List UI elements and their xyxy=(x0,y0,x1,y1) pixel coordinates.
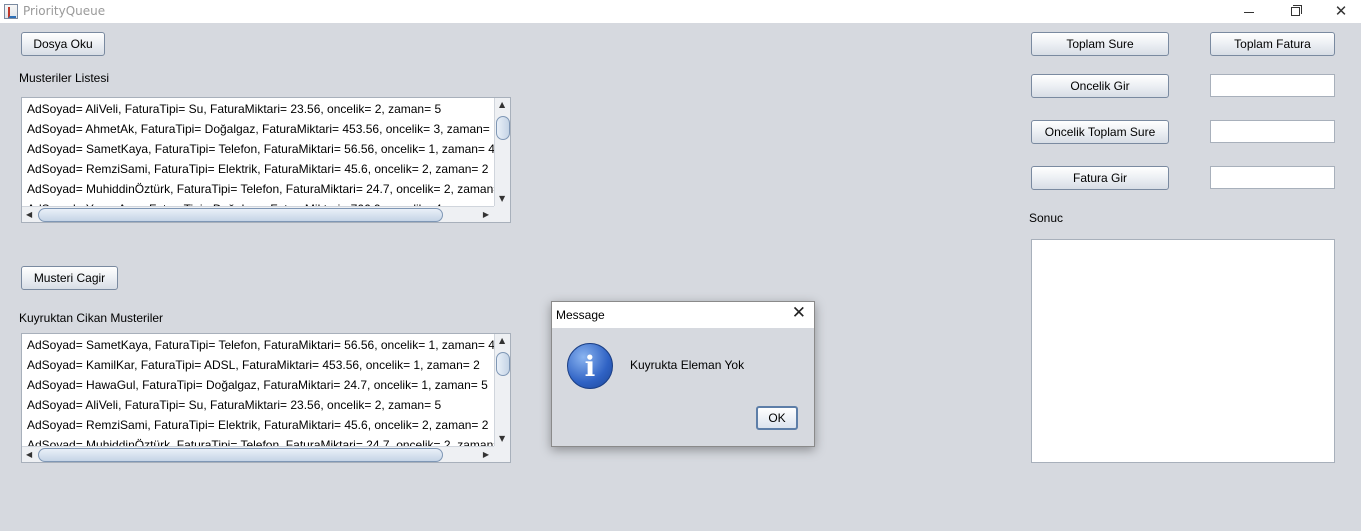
close-icon: ✕ xyxy=(1334,2,1348,20)
message-dialog: Message ✕ i Kuyrukta Eleman Yok OK xyxy=(551,301,815,447)
dialog-message: Kuyrukta Eleman Yok xyxy=(630,358,745,372)
horizontal-scroll-thumb[interactable] xyxy=(38,208,443,222)
oncelik-toplam-sure-button[interactable]: Oncelik Toplam Sure xyxy=(1031,120,1169,144)
list-item[interactable]: AdSoyad= HawaGul, FaturaTipi= Doğalgaz, … xyxy=(22,375,494,395)
vertical-scroll-thumb[interactable] xyxy=(496,352,510,376)
toplam-sure-button[interactable]: Toplam Sure xyxy=(1031,32,1169,56)
scroll-right-icon[interactable]: ▶ xyxy=(483,451,489,459)
oncelik-gir-field[interactable] xyxy=(1210,74,1335,97)
scroll-right-icon[interactable]: ▶ xyxy=(483,211,489,219)
window-titlebar: PriorityQueue ✕ xyxy=(0,0,1361,23)
list-item[interactable]: AdSoyad= SametKaya, FaturaTipi= Telefon,… xyxy=(22,335,494,355)
horizontal-scrollbar[interactable]: ◀ ▶ xyxy=(22,206,494,222)
ok-button[interactable]: OK xyxy=(756,406,798,430)
list-item[interactable]: AdSoyad= MuhiddinÖztürk, FaturaTipi= Tel… xyxy=(22,179,494,199)
scroll-down-icon[interactable]: ▼ xyxy=(499,195,505,203)
musteriler-list-items: AdSoyad= AliVeli, FaturaTipi= Su, Fatura… xyxy=(22,98,494,206)
list-item[interactable]: AdSoyad= SametKaya, FaturaTipi= Telefon,… xyxy=(22,139,494,159)
horizontal-scroll-thumb[interactable] xyxy=(38,448,443,462)
fatura-gir-button[interactable]: Fatura Gir xyxy=(1031,166,1169,190)
sonuc-label: Sonuc xyxy=(1029,211,1064,225)
minimize-button[interactable] xyxy=(1226,0,1272,23)
list-item[interactable]: AdSoyad= YavuzAcar, FaturaTipi= Doğalgaz… xyxy=(22,199,494,206)
sonuc-textarea[interactable] xyxy=(1031,239,1335,463)
oncelik-gir-button[interactable]: Oncelik Gir xyxy=(1031,74,1169,98)
scroll-up-icon[interactable]: ▲ xyxy=(499,101,505,109)
kuyruktan-cikan-label: Kuyruktan Cikan Musteriler xyxy=(19,311,164,325)
list-item[interactable]: AdSoyad= AliVeli, FaturaTipi= Su, Fatura… xyxy=(22,99,494,119)
scroll-corner xyxy=(494,206,510,222)
close-button[interactable]: ✕ xyxy=(1318,0,1361,23)
horizontal-scrollbar[interactable]: ◀ ▶ xyxy=(22,446,494,462)
maximize-button[interactable] xyxy=(1272,0,1318,23)
window-title: PriorityQueue xyxy=(23,4,106,18)
scroll-left-icon[interactable]: ◀ xyxy=(26,451,32,459)
vertical-scrollbar[interactable]: ▲ ▼ xyxy=(494,98,510,206)
musteriler-listesi-label: Musteriler Listesi xyxy=(19,71,110,85)
kuyruktan-list-items: AdSoyad= SametKaya, FaturaTipi= Telefon,… xyxy=(22,334,494,446)
scroll-up-icon[interactable]: ▲ xyxy=(499,337,505,345)
restore-icon xyxy=(1290,5,1302,16)
vertical-scroll-thumb[interactable] xyxy=(496,116,510,140)
list-item[interactable]: AdSoyad= AhmetAk, FaturaTipi= Doğalgaz, … xyxy=(22,119,494,139)
toplam-fatura-button[interactable]: Toplam Fatura xyxy=(1210,32,1335,56)
dialog-titlebar: Message ✕ xyxy=(552,302,814,328)
kuyruktan-cikan-list[interactable]: AdSoyad= SametKaya, FaturaTipi= Telefon,… xyxy=(21,333,511,463)
minimize-icon xyxy=(1244,12,1254,13)
musteri-cagir-button[interactable]: Musteri Cagir xyxy=(21,266,118,290)
dialog-title: Message xyxy=(556,308,605,322)
list-item[interactable]: AdSoyad= KamilKar, FaturaTipi= ADSL, Fat… xyxy=(22,355,494,375)
list-item[interactable]: AdSoyad= AliVeli, FaturaTipi= Su, Fatura… xyxy=(22,395,494,415)
list-item[interactable]: AdSoyad= RemziSami, FaturaTipi= Elektrik… xyxy=(22,159,494,179)
oncelik-toplam-sure-field[interactable] xyxy=(1210,120,1335,143)
scroll-left-icon[interactable]: ◀ xyxy=(26,211,32,219)
java-app-icon xyxy=(4,4,18,19)
musteriler-list[interactable]: AdSoyad= AliVeli, FaturaTipi= Su, Fatura… xyxy=(21,97,511,223)
list-item[interactable]: AdSoyad= RemziSami, FaturaTipi= Elektrik… xyxy=(22,415,494,435)
dialog-close-icon[interactable]: ✕ xyxy=(792,305,806,322)
scroll-down-icon[interactable]: ▼ xyxy=(499,435,505,443)
dosya-oku-button[interactable]: Dosya Oku xyxy=(21,32,105,56)
vertical-scrollbar[interactable]: ▲ ▼ xyxy=(494,334,510,446)
fatura-gir-field[interactable] xyxy=(1210,166,1335,189)
information-icon: i xyxy=(567,343,613,389)
list-item[interactable]: AdSoyad= MuhiddinÖztürk, FaturaTipi= Tel… xyxy=(22,435,494,446)
scroll-corner xyxy=(494,446,510,462)
